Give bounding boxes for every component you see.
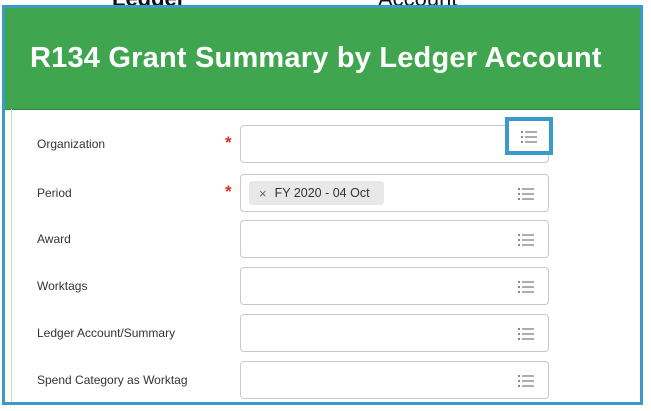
organization-input[interactable]	[240, 117, 553, 163]
period-input[interactable]: × FY 2020 - 04 Oct	[240, 174, 549, 212]
report-title: R134 Grant Summary by Ledger Account	[30, 42, 602, 74]
required-indicator: *	[225, 182, 232, 201]
required-indicator: *	[225, 133, 232, 152]
prompt-list-icon[interactable]	[505, 117, 553, 155]
field-label-award: Award	[37, 232, 71, 246]
report-prompt-panel: R134 Grant Summary by Ledger Account Org…	[2, 5, 643, 405]
prompt-list-icon[interactable]	[518, 374, 534, 388]
prompt-list-icon[interactable]	[518, 187, 534, 201]
remove-selection-icon[interactable]: ×	[259, 186, 267, 201]
field-label-organization: Organization	[37, 137, 106, 151]
award-input[interactable]	[240, 220, 549, 258]
form-row-award: Award	[5, 220, 640, 260]
form-row-spend-category: Spend Category as Worktag	[5, 361, 640, 401]
prompt-list-icon[interactable]	[518, 327, 534, 341]
report-title-banner: R134 Grant Summary by Ledger Account	[5, 8, 640, 110]
form-row-worktags: Worktags	[5, 267, 640, 307]
form-row-organization: Organization *	[5, 117, 640, 165]
worktags-input[interactable]	[240, 267, 549, 305]
spend-category-input[interactable]	[240, 361, 549, 399]
form-row-period: Period * × FY 2020 - 04 Oct	[5, 174, 640, 214]
field-label-worktags: Worktags	[37, 279, 88, 293]
field-label-spend-category: Spend Category as Worktag	[37, 373, 188, 387]
prompt-list-icon[interactable]	[518, 280, 534, 294]
field-label-period: Period	[37, 186, 72, 200]
field-label-ledger-account: Ledger Account/Summary	[37, 326, 176, 340]
selected-period-value: FY 2020 - 04 Oct	[274, 186, 370, 200]
prompt-list-icon[interactable]	[518, 233, 534, 247]
selected-period-pill: × FY 2020 - 04 Oct	[249, 181, 384, 205]
form-row-ledger-account: Ledger Account/Summary	[5, 314, 640, 354]
ledger-account-input[interactable]	[240, 314, 549, 352]
